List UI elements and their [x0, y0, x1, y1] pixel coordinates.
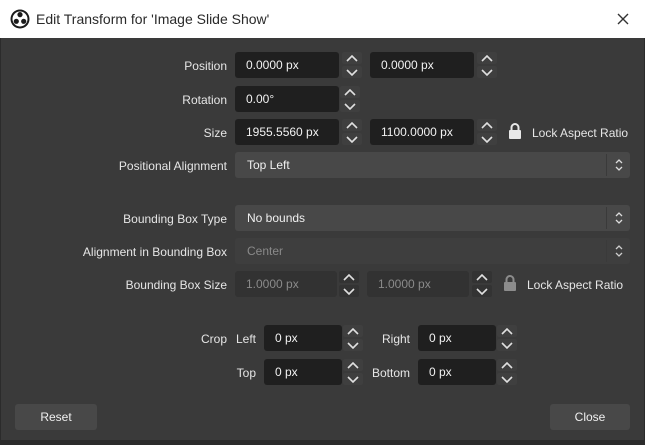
bounding-box-height-input[interactable]: 1.0000 px	[367, 271, 469, 297]
bounding-box-width-input[interactable]: 1.0000 px	[235, 271, 337, 297]
bounding-box-type-value: No bounds	[247, 211, 306, 225]
rotation-input[interactable]: 0.00°	[235, 86, 339, 112]
crop-bottom-input[interactable]: 0 px	[418, 359, 496, 385]
lock-icon[interactable]	[507, 122, 523, 140]
rotation-spinner[interactable]	[340, 86, 360, 112]
crop-left-input[interactable]: 0 px	[264, 325, 342, 351]
crop-right-input[interactable]: 0 px	[418, 325, 496, 351]
position-y-input[interactable]: 0.0000 px	[370, 52, 474, 78]
bounding-box-width-spinner[interactable]	[339, 271, 359, 297]
size-label: Size	[203, 126, 227, 140]
chevron-up-icon[interactable]	[343, 325, 363, 337]
lock-icon[interactable]	[502, 274, 518, 292]
updown-arrows-icon	[606, 207, 630, 229]
size-width-input[interactable]: 1955.5560 px	[235, 119, 339, 145]
crop-label: Crop	[200, 332, 227, 346]
size-width-spinner[interactable]	[342, 119, 362, 145]
chevron-up-icon[interactable]	[477, 52, 497, 64]
title-bar: Edit Transform for 'Image Slide Show'	[0, 0, 645, 38]
chevron-down-icon[interactable]	[342, 66, 362, 78]
chevron-down-icon[interactable]	[497, 339, 517, 351]
crop-right-spinner[interactable]	[497, 325, 517, 351]
chevron-up-icon[interactable]	[342, 119, 362, 131]
position-x-spinner[interactable]	[342, 52, 362, 78]
crop-bottom-spinner[interactable]	[497, 359, 517, 385]
alignment-in-bounding-box-value: Center	[247, 244, 284, 258]
obs-logo-icon	[10, 9, 30, 29]
chevron-down-icon[interactable]	[339, 285, 359, 297]
close-button[interactable]: Close	[550, 404, 630, 430]
position-label: Position	[184, 59, 227, 73]
position-y-spinner[interactable]	[477, 52, 497, 78]
crop-top-label: Top	[236, 366, 256, 380]
size-height-input[interactable]: 1100.0000 px	[370, 119, 474, 145]
rotation-label: Rotation	[182, 93, 227, 107]
bounding-box-size-label: Bounding Box Size	[125, 278, 227, 292]
size-lock-aspect-label[interactable]: Lock Aspect Ratio	[532, 125, 628, 141]
positional-alignment-select[interactable]: Top Left	[235, 152, 630, 178]
chevron-down-icon[interactable]	[340, 100, 360, 112]
chevron-down-icon[interactable]	[472, 285, 492, 297]
alignment-in-bounding-box-label: Alignment in Bounding Box	[82, 245, 227, 259]
crop-top-input[interactable]: 0 px	[264, 359, 342, 385]
chevron-up-icon[interactable]	[497, 359, 517, 371]
size-height-spinner[interactable]	[477, 119, 497, 145]
position-x-input[interactable]: 0.0000 px	[235, 52, 339, 78]
chevron-up-icon[interactable]	[342, 52, 362, 64]
crop-left-label: Left	[235, 332, 256, 346]
crop-bottom-label: Bottom	[371, 366, 410, 380]
bounding-box-lock-aspect-label[interactable]: Lock Aspect Ratio	[527, 277, 623, 293]
chevron-down-icon[interactable]	[477, 66, 497, 78]
chevron-up-icon[interactable]	[472, 271, 492, 283]
chevron-up-icon[interactable]	[340, 86, 360, 98]
positional-alignment-value: Top Left	[247, 158, 290, 172]
close-window-button[interactable]	[609, 6, 637, 32]
bounding-box-type-label: Bounding Box Type	[123, 212, 227, 226]
chevron-down-icon[interactable]	[477, 133, 497, 145]
chevron-up-icon[interactable]	[497, 325, 517, 337]
chevron-down-icon[interactable]	[343, 339, 363, 351]
reset-button[interactable]: Reset	[15, 404, 97, 430]
crop-right-label: Right	[381, 332, 410, 346]
alignment-in-bounding-box-select[interactable]: Center	[235, 238, 630, 264]
bounding-box-type-select[interactable]: No bounds	[235, 205, 630, 231]
chevron-down-icon[interactable]	[497, 373, 517, 385]
window-title: Edit Transform for 'Image Slide Show'	[36, 11, 270, 27]
updown-arrows-icon	[606, 240, 630, 262]
close-icon	[617, 13, 629, 25]
bounding-box-height-spinner[interactable]	[472, 271, 492, 297]
chevron-up-icon[interactable]	[339, 271, 359, 283]
chevron-down-icon[interactable]	[342, 133, 362, 145]
positional-alignment-label: Positional Alignment	[118, 159, 227, 173]
updown-arrows-icon	[606, 154, 630, 176]
chevron-up-icon[interactable]	[477, 119, 497, 131]
crop-left-spinner[interactable]	[343, 325, 363, 351]
